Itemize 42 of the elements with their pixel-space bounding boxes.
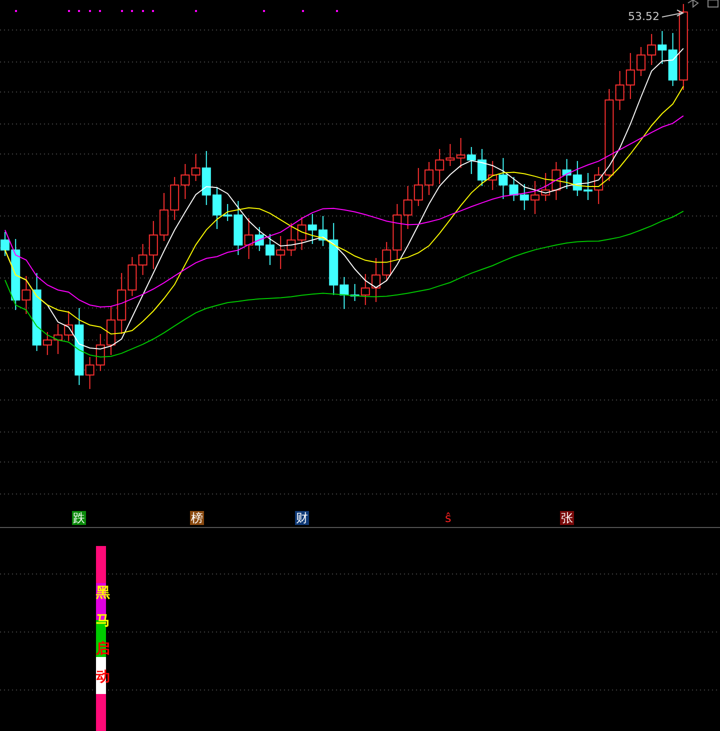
signal-badge: 张 — [560, 511, 574, 525]
candlestick — [372, 258, 380, 302]
signal-badge: 榜 — [190, 511, 204, 525]
candlestick — [160, 192, 168, 242]
candlestick — [466, 146, 476, 174]
signal-badge: 财 — [295, 511, 309, 525]
candlestick — [308, 214, 317, 244]
candlestick — [626, 52, 635, 100]
candlestick — [318, 216, 328, 246]
candlestick — [456, 138, 466, 168]
candlestick — [106, 306, 116, 356]
candlestick — [636, 46, 646, 76]
candlestick — [520, 184, 529, 210]
candlestick — [54, 324, 62, 354]
candlestick — [0, 232, 10, 256]
leader-line — [662, 10, 684, 18]
candlestick — [170, 176, 180, 220]
candlestick — [297, 216, 306, 250]
signal-badge: 跌 — [72, 511, 86, 525]
candlestick — [96, 334, 105, 372]
candlestick — [414, 168, 423, 206]
candlestick — [180, 164, 190, 200]
candlestick — [403, 186, 412, 230]
candlestick — [541, 172, 550, 202]
candlestick — [488, 160, 498, 190]
candlestick — [212, 186, 222, 230]
candlestick — [286, 222, 296, 256]
candlestick — [584, 172, 592, 200]
candlestick — [572, 160, 582, 196]
candlestick — [276, 236, 286, 270]
candlestick — [562, 158, 572, 190]
candlestick — [392, 204, 402, 260]
candlestick — [552, 162, 561, 200]
signal-badge: ŝ — [444, 511, 452, 525]
candlestick — [530, 180, 540, 214]
candlestick — [424, 162, 434, 196]
diamond-icon — [688, 0, 699, 8]
candlestick — [266, 234, 274, 266]
candlestick — [647, 34, 656, 66]
candlestick — [382, 242, 392, 282]
candlestick — [478, 148, 486, 186]
price-label: 53.52 — [628, 10, 660, 23]
